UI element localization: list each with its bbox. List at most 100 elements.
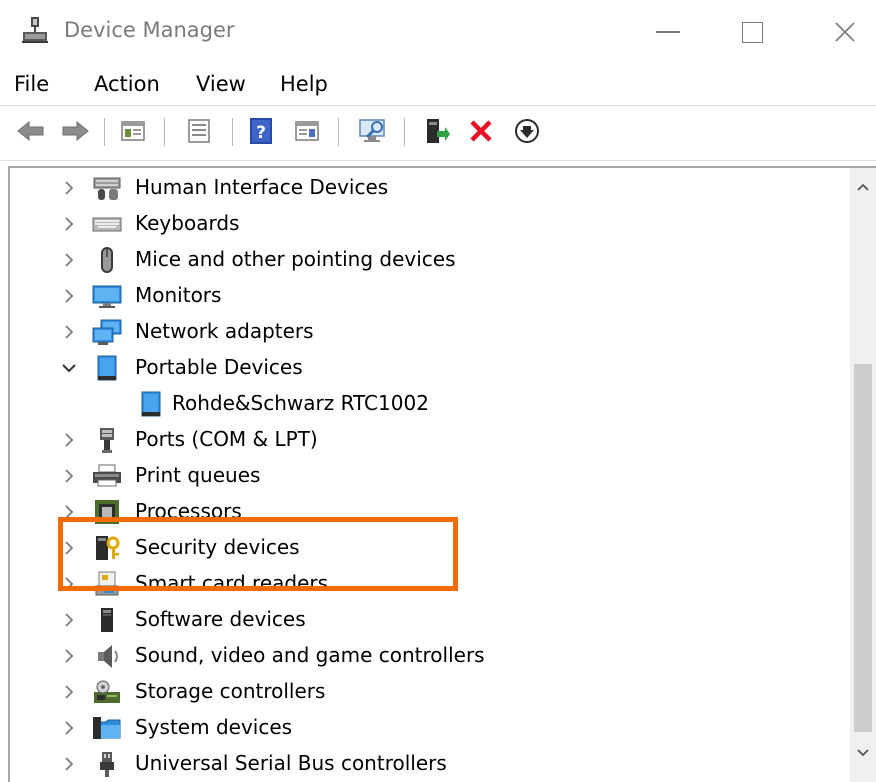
tree-item-system-devices[interactable]: System devices: [10, 710, 850, 746]
chevron-right-icon[interactable]: [60, 647, 78, 665]
forward-button[interactable]: [60, 116, 90, 146]
human-interface-icon: [93, 177, 121, 200]
tree-item-label: Print queues: [135, 463, 261, 487]
close-button[interactable]: [815, 10, 875, 54]
chevron-right-icon[interactable]: [60, 323, 78, 341]
chevron-right-icon[interactable]: [60, 755, 78, 773]
tree-item-rohde-schwarz-rtc1002[interactable]: Rohde&Schwarz RTC1002: [10, 386, 850, 422]
show-hide-console-tree-icon: [121, 121, 145, 141]
portable-device-icon: [141, 391, 161, 417]
menu-view[interactable]: View: [196, 72, 246, 96]
back-icon: [17, 120, 44, 142]
toolbar-separator: [404, 118, 405, 146]
menu-bar: File Action View Help: [0, 66, 876, 104]
minimize-button[interactable]: [638, 10, 698, 54]
update-driver-button[interactable]: [422, 116, 452, 146]
properties-button[interactable]: [184, 116, 214, 146]
scroll-up-button[interactable]: [850, 174, 876, 200]
chevron-right-icon[interactable]: [60, 683, 78, 701]
tree-border-top: [8, 166, 876, 168]
toolbar-separator: [104, 118, 105, 146]
chevron-right-icon[interactable]: [60, 719, 78, 737]
device-tree: Human Interface Devices Keyboards Mice a…: [10, 170, 850, 782]
show-hide-console-tree-button[interactable]: [118, 116, 148, 146]
tree-item-portable-devices[interactable]: Portable Devices: [10, 350, 850, 386]
menu-divider: [0, 105, 876, 106]
toolbar: ?: [0, 108, 876, 156]
usb-icon: [100, 752, 114, 777]
port-icon: [100, 428, 114, 453]
uninstall-device-button[interactable]: [466, 116, 496, 146]
tree-item-keyboards[interactable]: Keyboards: [10, 206, 850, 242]
monitor-icon: [92, 285, 122, 308]
scan-hardware-changes-icon: [359, 119, 385, 142]
chevron-right-icon[interactable]: [60, 251, 78, 269]
mouse-icon: [101, 247, 113, 273]
tree-item-label: Human Interface Devices: [135, 175, 389, 199]
portable-device-icon: [97, 355, 117, 381]
menu-action[interactable]: Action: [94, 72, 160, 96]
disable-device-icon: [515, 119, 539, 143]
tree-item-label: Mice and other pointing devices: [135, 247, 456, 271]
tree-item-label: Rohde&Schwarz RTC1002: [172, 391, 429, 415]
tree-item-label: Monitors: [135, 283, 222, 307]
tree-item-label: Software devices: [135, 607, 306, 631]
sound-icon: [98, 645, 118, 668]
help-icon: ?: [250, 118, 272, 144]
chevron-right-icon[interactable]: [60, 287, 78, 305]
chevron-right-icon[interactable]: [60, 215, 78, 233]
action-pane-button[interactable]: [292, 116, 322, 146]
network-adapter-icon: [92, 319, 122, 345]
window-title: Device Manager: [64, 18, 235, 42]
scroll-down-button[interactable]: [850, 740, 876, 766]
minimize-icon: [656, 31, 680, 33]
chevron-right-icon[interactable]: [60, 431, 78, 449]
tree-item-usb-controllers[interactable]: Universal Serial Bus controllers: [10, 746, 850, 782]
menu-help[interactable]: Help: [280, 72, 328, 96]
properties-icon: [188, 119, 210, 143]
tree-item-ports[interactable]: Ports (COM & LPT): [10, 422, 850, 458]
chevron-right-icon[interactable]: [60, 179, 78, 197]
tree-item-monitors[interactable]: Monitors: [10, 278, 850, 314]
tree-item-label: Network adapters: [135, 319, 314, 343]
device-manager-icon: [20, 15, 50, 45]
help-button[interactable]: ?: [246, 116, 276, 146]
maximize-icon: [741, 21, 763, 43]
tree-item-print-queues[interactable]: Print queues: [10, 458, 850, 494]
tree-item-software-devices[interactable]: Software devices: [10, 602, 850, 638]
tree-item-network-adapters[interactable]: Network adapters: [10, 314, 850, 350]
keyboard-icon: [92, 217, 122, 232]
update-driver-icon: [427, 119, 450, 143]
tree-item-label: Universal Serial Bus controllers: [135, 751, 447, 775]
chevron-down-icon[interactable]: [60, 359, 78, 377]
software-device-icon: [101, 608, 113, 632]
close-icon: [835, 22, 855, 42]
tree-item-human-interface-devices[interactable]: Human Interface Devices: [10, 170, 850, 206]
disable-device-button[interactable]: [512, 116, 542, 146]
tree-item-label: Portable Devices: [135, 355, 303, 379]
chevron-right-icon[interactable]: [60, 611, 78, 629]
tree-item-label: System devices: [135, 715, 293, 739]
tree-item-label: Keyboards: [135, 211, 240, 235]
chevron-up-icon: [857, 183, 869, 191]
svg-text:?: ?: [256, 123, 266, 143]
scrollbar-thumb[interactable]: [854, 364, 872, 732]
scan-hardware-changes-button[interactable]: [358, 116, 388, 146]
uninstall-device-icon: [470, 120, 492, 142]
toolbar-separator: [232, 118, 233, 146]
storage-icon: [94, 680, 120, 703]
maximize-button[interactable]: [722, 10, 782, 54]
tree-item-storage-controllers[interactable]: Storage controllers: [10, 674, 850, 710]
chevron-down-icon: [857, 749, 869, 757]
chevron-right-icon[interactable]: [60, 467, 78, 485]
vertical-scrollbar[interactable]: [850, 168, 876, 782]
tree-item-sound-video-game[interactable]: Sound, video and game controllers: [10, 638, 850, 674]
tree-item-label: Sound, video and game controllers: [135, 643, 485, 667]
menu-file[interactable]: File: [14, 72, 49, 96]
action-pane-icon: [295, 121, 319, 141]
tree-item-mice[interactable]: Mice and other pointing devices: [10, 242, 850, 278]
tree-item-label: Storage controllers: [135, 679, 326, 703]
back-button[interactable]: [16, 116, 46, 146]
highlight-box: [58, 517, 458, 591]
printer-icon: [93, 464, 121, 487]
